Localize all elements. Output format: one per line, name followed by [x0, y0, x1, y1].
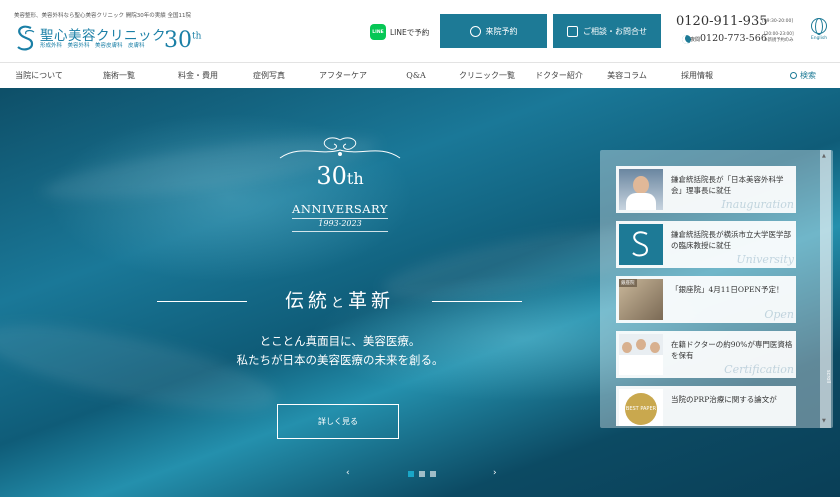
news-panel: 鎌倉統括院長が「日本美容外科学会」理事長に就任 Inauguration 鎌倉統… — [600, 150, 833, 428]
logo-anniversary: 30th — [164, 28, 202, 53]
scroll-down-icon[interactable]: ▼ — [822, 418, 826, 424]
hero-copy-line2: 私たちが日本の美容医療の未来を創る。 — [236, 353, 444, 367]
news-item-text: 当院のPRP治療に関する論文が — [671, 395, 777, 404]
nav-search-label: 検索 — [800, 71, 816, 80]
line-icon: LINE — [370, 24, 386, 40]
slider-dot[interactable] — [430, 471, 436, 477]
anniversary-number: 30th — [316, 162, 364, 190]
slider-dots — [408, 471, 436, 477]
nav-item-prices[interactable]: 料金・費用 — [160, 63, 236, 89]
award-badge: BEST PAPER — [619, 389, 663, 426]
logo-mark-icon — [17, 25, 35, 51]
doctors-photo — [619, 334, 663, 375]
news-item[interactable]: 鎌倉統括院長が横浜市立大学医学部の臨床教授に就任 University — [616, 221, 796, 268]
news-item-tag: Certification — [724, 363, 794, 376]
monitor-icon — [567, 25, 578, 37]
phone-numbers: 0120-911-935 [09:30-20:00] 夜間 0120-773-5… — [676, 14, 802, 50]
nav-item-column[interactable]: 美容コラム — [592, 63, 662, 89]
news-list: 鎌倉統括院長が「日本美容外科学会」理事長に就任 Inauguration 鎌倉統… — [616, 166, 796, 426]
nav-item-doctors[interactable]: ドクター紹介 — [526, 63, 592, 89]
award-badge-label: BEST PAPER — [625, 393, 657, 425]
anniversary-years: 1993-2023 — [318, 219, 362, 228]
ornament-icon — [279, 137, 401, 159]
news-scrollbar[interactable] — [820, 150, 831, 428]
slider-dot[interactable] — [419, 471, 425, 477]
nav-item-qa[interactable]: Q&A — [384, 63, 448, 89]
nav-item-cases[interactable]: 症例写真 — [236, 63, 302, 89]
hero-headline: 伝統と革新 — [284, 290, 395, 312]
doctor-photo — [619, 169, 663, 210]
phone-main[interactable]: 0120-911-935 — [676, 14, 768, 29]
hero-slider: 30th ANNIVERSARY 1993-2023 伝統と革新 とことん真面目… — [0, 88, 840, 497]
slider-dot[interactable] — [408, 471, 414, 477]
hero-copy: とことん真面目に、美容医療。 私たちが日本の美容医療の未来を創る。 — [140, 332, 540, 370]
global-nav: 当院について 施術一覧 料金・費用 症例写真 アフターケア Q&A クリニック一… — [0, 62, 840, 88]
hero-copy-line1: とことん真面目に、美容医療。 — [259, 334, 421, 348]
anniversary-word: ANNIVERSARY — [292, 202, 388, 216]
logo-mark-icon — [632, 231, 649, 257]
consult-button[interactable]: ご相談・お問合せ — [553, 14, 661, 48]
phone-night[interactable]: 0120-773-566 — [700, 33, 767, 44]
reserve-button[interactable]: 来院予約 — [440, 14, 547, 48]
reserve-button-label: 来院予約 — [485, 26, 518, 36]
line-reserve-label: LINEで予約 — [390, 27, 430, 37]
prev-arrow-icon[interactable]: ‹ — [346, 468, 350, 478]
nav-item-about[interactable]: 当院について — [0, 63, 78, 89]
logo-departments: 形成外科 美容外科 美容皮膚科 皮膚科 — [40, 43, 145, 49]
phone-night-hours: [20:00-23:00] ※新規予約のみ — [764, 32, 794, 43]
english-label: English — [810, 36, 828, 41]
news-item-text: 在籍ドクターの約90%が専門医資格を保有 — [671, 340, 793, 360]
nav-item-clinics[interactable]: クリニック一覧 — [448, 63, 526, 89]
header-tagline: 美容整形、美容外科なら聖心美容クリニック 開院30年の実績 全国11院 — [14, 13, 191, 19]
person-icon — [469, 25, 481, 37]
nav-item-recruit[interactable]: 採用情報 — [662, 63, 732, 89]
news-item[interactable]: BEST PAPER 当院のPRP治療に関する論文が — [616, 386, 796, 426]
search-icon — [790, 72, 797, 79]
news-item-tag: Open — [764, 308, 794, 321]
news-item-tag: University — [736, 253, 794, 266]
globe-icon — [811, 18, 827, 35]
more-button[interactable]: 詳しく見る — [277, 404, 399, 439]
news-item-text: 鎌倉統括院長が「日本美容外科学会」理事長に就任 — [671, 175, 784, 195]
scroll-label: scroll — [825, 370, 831, 384]
news-item[interactable]: 銀座院 「銀座院」4月11日OPEN予定！ Open — [616, 276, 796, 323]
consult-button-label: ご相談・お問合せ — [583, 26, 647, 36]
clinic-photo: 銀座院 — [619, 279, 663, 320]
news-item[interactable]: 鎌倉統括院長が「日本美容外科学会」理事長に就任 Inauguration — [616, 166, 796, 213]
phone-main-hours: [09:30-20:00] — [762, 19, 794, 24]
line-reserve-link[interactable]: LINE LINEで予約 — [370, 23, 429, 41]
phone-night-label: 夜間 — [690, 37, 701, 43]
news-item-tag: Inauguration — [721, 198, 794, 211]
site-header: 美容整形、美容外科なら聖心美容クリニック 開院30年の実績 全国11院 聖心美容… — [0, 0, 840, 62]
nav-search[interactable]: 検索 — [790, 63, 816, 89]
next-arrow-icon[interactable]: › — [493, 468, 497, 478]
logo-thumbnail — [619, 224, 663, 265]
news-item-text: 鎌倉統括院長が横浜市立大学医学部の臨床教授に就任 — [671, 230, 791, 250]
english-link[interactable]: English — [806, 18, 832, 46]
hero-headline-row: 伝統と革新 — [157, 286, 522, 316]
news-item-text: 「銀座院」4月11日OPEN予定！ — [671, 285, 784, 294]
news-badge: 銀座院 — [619, 279, 637, 287]
scroll-up-icon[interactable]: ▲ — [822, 153, 826, 159]
news-item[interactable]: 在籍ドクターの約90%が専門医資格を保有 Certification — [616, 331, 796, 378]
nav-item-treatments[interactable]: 施術一覧 — [78, 63, 160, 89]
nav-item-aftercare[interactable]: アフターケア — [302, 63, 384, 89]
site-logo[interactable]: 聖心美容クリニック 形成外科 美容外科 美容皮膚科 皮膚科 30th — [14, 24, 204, 54]
